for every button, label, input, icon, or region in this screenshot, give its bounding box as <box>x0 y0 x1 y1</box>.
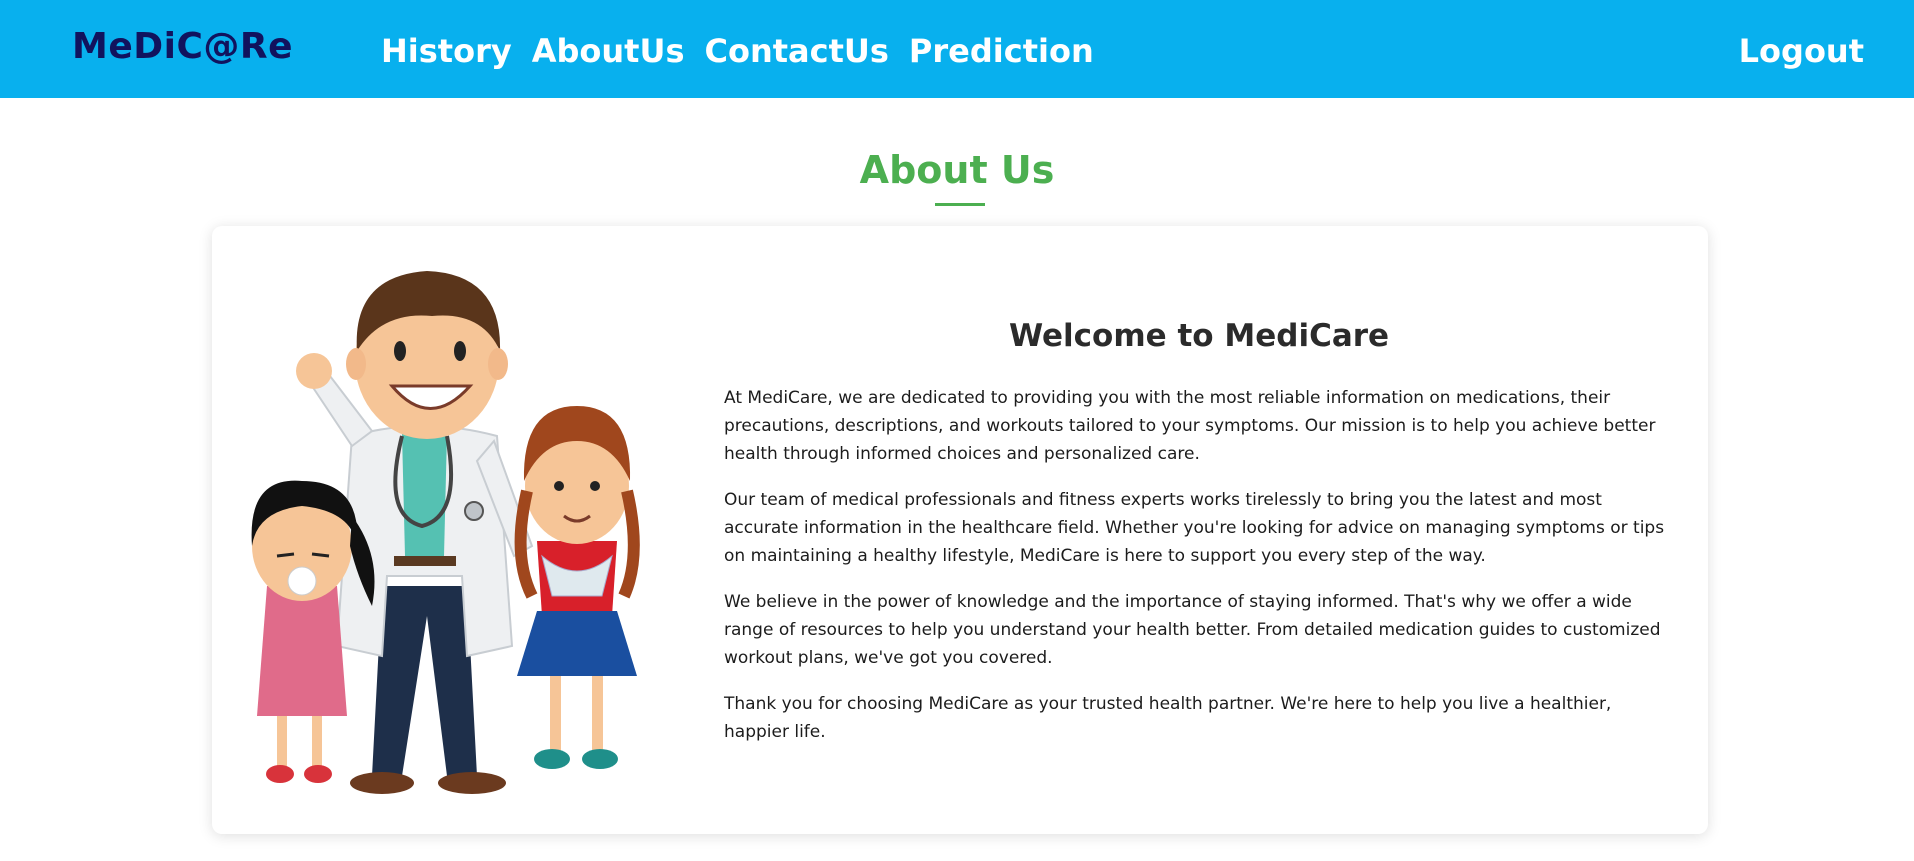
about-paragraph: We believe in the power of knowledge and… <box>724 592 1661 668</box>
nav-prediction-link[interactable]: Prediction <box>909 32 1094 70</box>
about-content: Welcome to MediCare At MediCare, we are … <box>724 318 1674 764</box>
nav-aboutus-link[interactable]: AboutUs <box>532 32 685 70</box>
about-paragraph: At MediCare, we are dedicated to providi… <box>724 388 1656 464</box>
welcome-heading: Welcome to MediCare <box>1008 318 1390 354</box>
nav-links: History AboutUs ContactUs Prediction <box>381 32 1094 70</box>
brand-logo[interactable]: MeDiC@Re <box>72 26 293 67</box>
about-paragraph: Our team of medical professionals and fi… <box>724 490 1665 566</box>
title-underline <box>935 203 985 206</box>
logout-link[interactable]: Logout <box>1739 32 1864 70</box>
doctor-with-children-illustration-icon <box>251 271 640 794</box>
top-navbar: MeDiC@Re History AboutUs ContactUs Predi… <box>0 0 1914 98</box>
girl-right-figure <box>514 406 640 769</box>
nav-history-link[interactable]: History <box>381 32 512 70</box>
about-paragraph: Thank you for choosing MediCare as your … <box>724 694 1612 742</box>
nav-contactus-link[interactable]: ContactUs <box>704 32 888 70</box>
about-card: Welcome to MediCare At MediCare, we are … <box>212 226 1708 834</box>
section-title: About Us <box>859 148 1055 192</box>
